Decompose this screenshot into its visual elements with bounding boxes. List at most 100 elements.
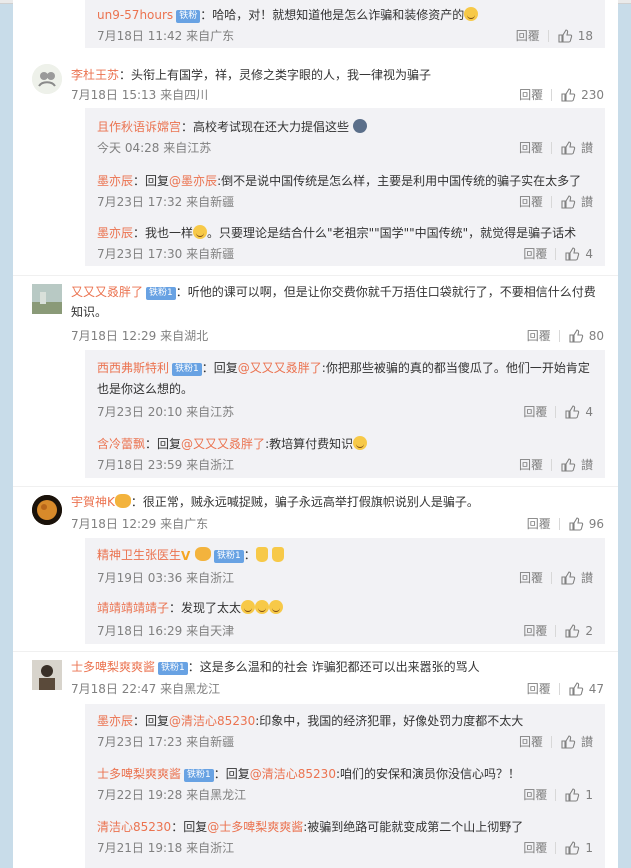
reply-time: 7月22日 19:28 来自黑龙江 [97, 788, 247, 802]
reply-actions: 回覆 1 [523, 839, 593, 856]
like-button[interactable]: 讃 [560, 139, 593, 156]
reply-text: :咱们的安保和演员你没信心吗？！ [335, 767, 521, 781]
reply-text: :教培算付费知识 [265, 437, 354, 451]
reply-button[interactable]: 回覆 [519, 456, 543, 473]
like-button[interactable]: 4 [564, 404, 593, 420]
reply-time: 7月23日 17:30 来自新疆 [97, 247, 235, 261]
username[interactable]: 士多啤梨爽爽酱 [97, 767, 181, 781]
mention-link[interactable]: @又又又叒胖了 [181, 437, 265, 451]
like-button[interactable]: 230 [560, 87, 604, 103]
avatar[interactable] [32, 495, 62, 525]
username[interactable]: 墨亦辰 [97, 226, 133, 240]
username[interactable]: un9-57hours [97, 8, 173, 22]
reply-button[interactable]: 回覆 [516, 27, 540, 44]
reply-box: 墨亦辰：回复@清洁心85230:印象中，我国的经济犯罪，好像处罚力度都不太大 7… [85, 704, 605, 868]
username[interactable]: 靖靖靖靖靖子 [97, 601, 169, 615]
reply-button[interactable]: 回覆 [519, 139, 543, 156]
reply-actions: 回覆 讃 [519, 569, 593, 586]
comment-text: 头衔上有国学，祥，灵修之类字眼的人，我一律视为骗子 [131, 68, 432, 82]
like-button[interactable]: 2 [564, 623, 593, 639]
reply-text: :倒不是说中国传统是怎么样，主要是利用中国传统的骗子实在太多了 [217, 174, 582, 188]
reply-button[interactable]: 回覆 [523, 622, 547, 639]
reply-button[interactable]: 回覆 [519, 569, 543, 586]
reply-prefix: 回复 [145, 174, 170, 188]
like-button[interactable]: 讃 [560, 193, 593, 210]
username[interactable]: 李杜王苏 [71, 68, 119, 82]
like-button[interactable]: 80 [568, 328, 604, 344]
username[interactable]: 士多啤梨爽爽酱 [71, 660, 155, 674]
reply-button[interactable]: 回覆 [527, 327, 551, 344]
mention-link[interactable]: @清洁心85230 [169, 714, 255, 728]
action-divider [551, 88, 553, 101]
reply-actions: 回覆 讃 [519, 733, 593, 750]
reply-prefix: 回复 [225, 767, 250, 781]
like-button[interactable]: 47 [568, 681, 604, 697]
comment-divider [13, 651, 618, 652]
like-button[interactable]: 讃 [560, 456, 593, 473]
comment-text: 很正常，贼永远喊捉贼，骗子永远高举打假旗帜说别人是骗子。 [142, 495, 479, 509]
mention-link[interactable]: @又又又叒胖了 [238, 361, 322, 375]
thumbs-up-icon [565, 623, 580, 638]
like-count: 4 [585, 246, 593, 261]
like-count: 1 [585, 840, 593, 855]
username[interactable]: 宇賀神K [71, 495, 115, 509]
like-button[interactable]: 讃 [560, 733, 593, 750]
mention-link[interactable]: @墨亦辰 [169, 174, 217, 188]
reply-text: :被骗到绝路可能就变成第二个山上彻野了 [303, 820, 524, 834]
reply-button[interactable]: 回覆 [523, 403, 547, 420]
comment-actions: 回覆 18 [516, 27, 593, 44]
reply-text-line: 西西弗斯特利 铁粉1 ：回复@又又又叒胖了:你把那些被骗的真的都当傻瓜了。他们一开始… [97, 358, 597, 400]
reply-button[interactable]: 回覆 [519, 733, 543, 750]
reply-time: 今天 04:28 来自江苏 [97, 141, 212, 155]
username[interactable]: 西西弗斯特利 [97, 361, 169, 375]
reply-box: 且作秋语诉嫦宫：高校考试现在还大力提倡这些 今天 04:28 来自江苏 回覆 讃… [85, 108, 605, 266]
reply-text-line: 含冷蕾飘：回复@又又又叒胖了:教培算付费知识 [97, 435, 368, 452]
username[interactable]: 墨亦辰 [97, 174, 133, 188]
action-divider [550, 735, 552, 748]
fan-badge: 铁粉1 [158, 662, 188, 675]
username[interactable]: 墨亦辰 [97, 714, 133, 728]
comment-time: 7月18日 12:29 来自湖北 [71, 329, 209, 343]
avatar[interactable] [32, 660, 62, 690]
comment-text: 哈哈，对！就想知道他是怎么诈骗和装修资产的 [212, 8, 465, 22]
username[interactable]: 且作秋语诉嫦宫 [97, 120, 181, 134]
reply-button[interactable]: 回覆 [519, 193, 543, 210]
like-count: 47 [588, 681, 604, 696]
colon: ： [187, 660, 200, 674]
like-count: 讃 [580, 195, 593, 209]
thumbs-up-emoji-icon [255, 547, 268, 562]
like-button[interactable]: 4 [564, 246, 593, 262]
username[interactable]: 清洁心85230 [97, 820, 171, 834]
mention-link[interactable]: @清洁心85230 [250, 767, 336, 781]
colon: ： [171, 820, 184, 834]
username[interactable]: 又又又叒胖了 [71, 285, 143, 299]
reply-time: 7月18日 16:29 来自天津 [97, 624, 235, 638]
like-count: 2 [585, 623, 593, 638]
comment-divider [13, 275, 618, 276]
reply-time: 7月23日 17:23 来自新疆 [97, 735, 235, 749]
like-button[interactable]: 1 [564, 840, 593, 856]
username[interactable]: 含冷蕾飘 [97, 437, 145, 451]
reply-button[interactable]: 回覆 [523, 245, 547, 262]
comment-time: 7月18日 12:29 来自广东 [71, 517, 209, 531]
like-button[interactable]: 18 [557, 28, 593, 44]
like-button[interactable]: 96 [568, 516, 604, 532]
reply-button[interactable]: 回覆 [527, 680, 551, 697]
avatar[interactable] [32, 284, 62, 314]
reply-button[interactable]: 回覆 [523, 786, 547, 803]
reply-button[interactable]: 回覆 [523, 839, 547, 856]
reply-button[interactable]: 回覆 [519, 86, 543, 103]
thumbs-up-icon [558, 28, 572, 43]
like-button[interactable]: 讃 [560, 569, 593, 586]
reply-button[interactable]: 回覆 [527, 515, 551, 532]
smile-emoji-icon [464, 7, 479, 21]
fan-badge: 铁粉1 [172, 363, 202, 376]
action-divider [558, 329, 560, 342]
action-divider [555, 788, 557, 801]
username[interactable]: 精神卫生张医生 [97, 548, 181, 562]
like-button[interactable]: 1 [564, 787, 593, 803]
mention-link[interactable]: @士多啤梨爽爽酱 [207, 820, 303, 834]
thumbs-up-icon [561, 140, 576, 155]
like-count: 讃 [580, 571, 593, 585]
avatar[interactable] [32, 64, 62, 94]
